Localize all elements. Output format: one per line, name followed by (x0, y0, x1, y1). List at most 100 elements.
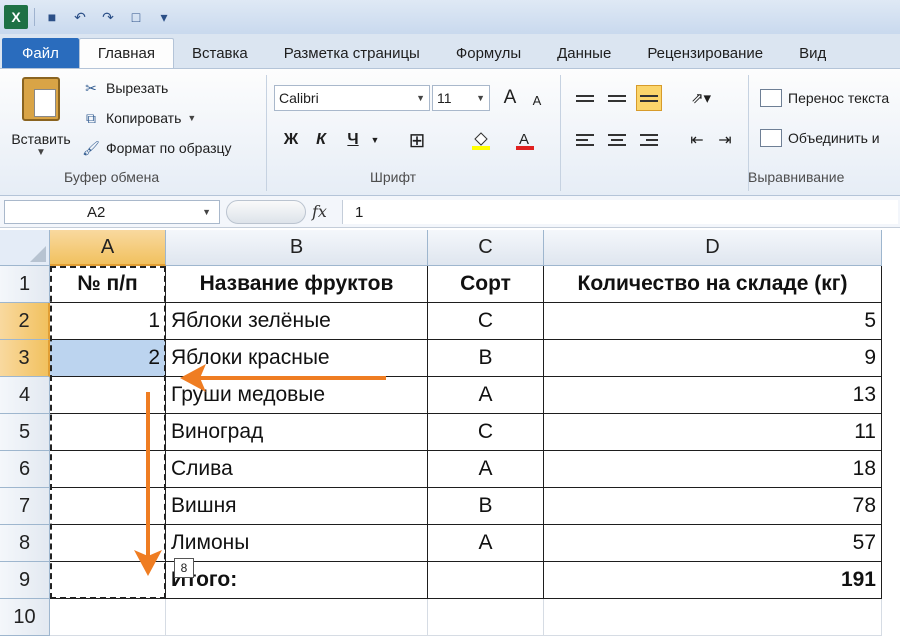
italic-button[interactable]: К (308, 127, 334, 153)
font-size-select[interactable]: 11 ▼ (432, 85, 490, 111)
decrease-indent-icon[interactable]: ⇤ (684, 127, 710, 153)
row-header-6[interactable]: 6 (0, 451, 50, 488)
cell-a7[interactable] (50, 488, 166, 525)
cell-c3[interactable]: В (428, 340, 544, 377)
cell-a1[interactable]: № п/п (50, 266, 166, 303)
cell-d1[interactable]: Количество на складе (кг) (544, 266, 882, 303)
tab-file[interactable]: Файл (2, 38, 79, 68)
name-box[interactable]: A2 ▼ (4, 200, 220, 224)
align-center-button[interactable] (604, 127, 630, 153)
cell-b7[interactable]: Вишня (166, 488, 428, 525)
cell-b4[interactable]: Груши медовые (166, 377, 428, 414)
row-header-9[interactable]: 9 (0, 562, 50, 599)
cell-c8[interactable]: А (428, 525, 544, 562)
redo-icon[interactable]: ↷ (97, 6, 119, 28)
align-top-button[interactable] (572, 85, 598, 111)
cell-a3[interactable]: 2 (50, 340, 166, 377)
tab-data[interactable]: Данные (539, 38, 629, 68)
cell-a9[interactable] (50, 562, 166, 599)
column-header-b[interactable]: B (166, 230, 428, 266)
cell-a4[interactable] (50, 377, 166, 414)
align-right-button[interactable] (636, 127, 662, 153)
cell-d3[interactable]: 9 (544, 340, 882, 377)
tab-home[interactable]: Главная (78, 38, 174, 68)
excel-app-icon[interactable]: X (4, 5, 28, 29)
align-left-button[interactable] (572, 127, 598, 153)
wrap-text-button[interactable]: Перенос текста (760, 89, 900, 107)
row-header-1[interactable]: 1 (0, 266, 50, 303)
formula-input[interactable]: 1 (342, 200, 898, 224)
cell-c1[interactable]: Сорт (428, 266, 544, 303)
row-header-4[interactable]: 4 (0, 377, 50, 414)
bold-button[interactable]: Ж (278, 127, 304, 153)
tab-insert[interactable]: Вставка (174, 38, 266, 68)
row-header-10[interactable]: 10 (0, 599, 50, 636)
column-header-d[interactable]: D (544, 230, 882, 266)
align-bottom-button[interactable] (636, 85, 662, 111)
increase-indent-icon[interactable]: ⇥ (712, 127, 738, 153)
insert-function-icon[interactable]: fx (312, 202, 327, 221)
cell-a6[interactable] (50, 451, 166, 488)
cell-b8[interactable]: Лимоны (166, 525, 428, 562)
tab-review[interactable]: Рецензирование (629, 38, 781, 68)
undo-icon[interactable]: ↶ (69, 6, 91, 28)
cell-b3[interactable]: Яблоки красные (166, 340, 428, 377)
format-painter-button[interactable]: 🖌 Формат по образцу (82, 139, 231, 157)
cell-b2[interactable]: Яблоки зелёные (166, 303, 428, 340)
customize-icon[interactable]: ▾ (153, 6, 175, 28)
cell-c10[interactable] (428, 599, 544, 636)
copy-button[interactable]: ⧉ Копировать ▼ (82, 109, 200, 127)
align-middle-button[interactable] (604, 85, 630, 111)
grow-font-button[interactable]: A (498, 85, 522, 111)
formula-bar-resize-handle[interactable] (226, 200, 306, 224)
cell-d10[interactable] (544, 599, 882, 636)
cell-d2[interactable]: 5 (544, 303, 882, 340)
paste-button[interactable]: Вставить ▼ (6, 77, 76, 158)
underline-button[interactable]: Ч (340, 127, 366, 153)
cell-b5[interactable]: Виноград (166, 414, 428, 451)
cell-c4[interactable]: А (428, 377, 544, 414)
row-header-2[interactable]: 2 (0, 303, 50, 340)
row-header-7[interactable]: 7 (0, 488, 50, 525)
cell-c7[interactable]: В (428, 488, 544, 525)
tab-formulas[interactable]: Формулы (438, 38, 539, 68)
cell-d6[interactable]: 18 (544, 451, 882, 488)
cell-d8[interactable]: 57 (544, 525, 882, 562)
cell-a2[interactable]: 1 (50, 303, 166, 340)
shrink-font-button[interactable]: A (526, 87, 548, 113)
cell-a8[interactable] (50, 525, 166, 562)
font-color-icon[interactable]: A (512, 127, 538, 153)
cell-c6[interactable]: А (428, 451, 544, 488)
cell-d5[interactable]: 11 (544, 414, 882, 451)
cell-d7[interactable]: 78 (544, 488, 882, 525)
chevron-down-icon[interactable]: ▼ (368, 127, 382, 153)
row-header-5[interactable]: 5 (0, 414, 50, 451)
tab-page-layout[interactable]: Разметка страницы (266, 38, 438, 68)
cell-c9[interactable] (428, 562, 544, 599)
column-header-a[interactable]: A (50, 230, 166, 266)
chevron-down-icon: ▼ (202, 207, 211, 217)
tab-view[interactable]: Вид (781, 38, 844, 68)
cut-button[interactable]: ✂ Вырезать (82, 79, 168, 97)
cell-b1[interactable]: Название фруктов (166, 266, 428, 303)
cell-c2[interactable]: С (428, 303, 544, 340)
cell-d4[interactable]: 13 (544, 377, 882, 414)
cell-b6[interactable]: Слива (166, 451, 428, 488)
merge-center-button[interactable]: Объединить и (760, 129, 900, 147)
row-header-8[interactable]: 8 (0, 525, 50, 562)
fill-color-icon[interactable] (468, 127, 494, 153)
cell-a5[interactable] (50, 414, 166, 451)
row-header-3[interactable]: 3 (0, 340, 50, 377)
column-header-c[interactable]: C (428, 230, 544, 266)
select-all-corner[interactable] (0, 230, 50, 266)
cell-a10[interactable] (50, 599, 166, 636)
cell-d9[interactable]: 191 (544, 562, 882, 599)
cell-b9[interactable]: Итого: (166, 562, 428, 599)
cell-b10[interactable] (166, 599, 428, 636)
orientation-icon[interactable]: ⇗▾ (684, 85, 718, 111)
new-doc-icon[interactable]: □ (125, 6, 147, 28)
save-icon[interactable]: ■ (41, 6, 63, 28)
borders-icon[interactable]: ⊞ (404, 127, 430, 153)
font-name-select[interactable]: Calibri ▼ (274, 85, 430, 111)
cell-c5[interactable]: С (428, 414, 544, 451)
